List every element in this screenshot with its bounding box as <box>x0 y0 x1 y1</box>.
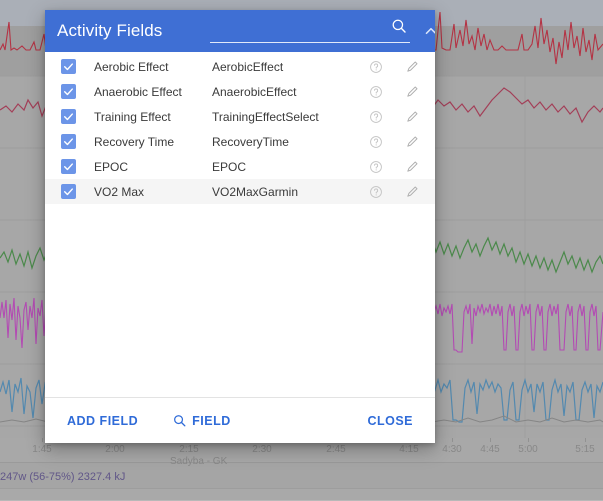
table-row[interactable]: VO2 Max VO2MaxGarmin <box>45 179 435 204</box>
help-button[interactable] <box>363 135 389 149</box>
field-checkbox[interactable] <box>61 84 76 99</box>
search-input[interactable] <box>210 19 411 43</box>
dialog-action-bar: ADD FIELD FIELD CLOSE <box>45 397 435 443</box>
check-icon <box>64 188 73 196</box>
pencil-icon <box>406 161 417 172</box>
search-icon <box>174 415 186 427</box>
help-button[interactable] <box>363 185 389 199</box>
help-circle-icon <box>370 185 382 198</box>
help-button[interactable] <box>363 85 389 99</box>
pencil-icon <box>406 61 417 72</box>
pencil-icon <box>406 111 417 122</box>
table-row[interactable]: Anaerobic Effect AnaerobicEffect <box>45 79 435 104</box>
field-display-name: VO2 Max <box>94 184 145 199</box>
help-button[interactable] <box>363 160 389 174</box>
field-key-name: TrainingEffectSelect <box>212 109 319 124</box>
edit-button[interactable] <box>389 109 435 124</box>
check-icon <box>64 113 73 121</box>
collapse-button[interactable] <box>416 16 435 46</box>
table-row[interactable]: EPOC EPOC <box>45 154 435 179</box>
field-key-name: AnaerobicEffect <box>212 84 297 99</box>
add-field-button[interactable]: ADD FIELD <box>59 408 146 434</box>
field-checkbox[interactable] <box>61 109 76 124</box>
pencil-icon <box>406 186 417 197</box>
activity-fields-list: Aerobic Effect AerobicEffect Anaerobic Eff… <box>45 52 435 397</box>
check-icon <box>64 163 73 171</box>
find-field-button[interactable]: FIELD <box>164 407 239 434</box>
find-field-label: FIELD <box>192 413 231 428</box>
edit-button[interactable] <box>389 84 435 99</box>
table-row[interactable]: Training Effect TrainingEffectSelect <box>45 104 435 129</box>
field-display-name: EPOC <box>94 159 129 174</box>
help-circle-icon <box>370 160 382 173</box>
field-display-name: Recovery Time <box>94 134 175 149</box>
help-button[interactable] <box>363 110 389 124</box>
help-circle-icon <box>370 135 382 148</box>
field-key-name: EPOC <box>212 159 247 174</box>
field-display-name: Anaerobic Effect <box>94 84 182 99</box>
dialog-title: Activity Fields <box>57 21 163 40</box>
field-checkbox[interactable] <box>61 184 76 199</box>
field-checkbox[interactable] <box>61 159 76 174</box>
field-checkbox[interactable] <box>61 59 76 74</box>
activity-fields-dialog: Activity Fields Aerobic Effect AerobicEff… <box>45 10 435 443</box>
close-button[interactable]: CLOSE <box>359 408 421 434</box>
chevron-up-icon <box>426 27 435 35</box>
table-row[interactable]: Recovery Time RecoveryTime <box>45 129 435 154</box>
edit-button[interactable] <box>389 184 435 199</box>
check-icon <box>64 88 73 96</box>
edit-button[interactable] <box>389 134 435 149</box>
help-circle-icon <box>370 110 382 123</box>
field-display-name: Aerobic Effect <box>94 59 169 74</box>
field-checkbox[interactable] <box>61 134 76 149</box>
close-label: CLOSE <box>367 413 413 428</box>
field-key-name: AerobicEffect <box>212 59 284 74</box>
field-display-name: Training Effect <box>94 109 171 124</box>
field-key-name: RecoveryTime <box>212 134 289 149</box>
check-icon <box>64 63 73 71</box>
field-key-name: VO2MaxGarmin <box>212 184 299 199</box>
help-circle-icon <box>370 60 382 73</box>
pencil-icon <box>406 136 417 147</box>
dialog-header: Activity Fields <box>45 10 435 52</box>
pencil-icon <box>406 86 417 97</box>
help-circle-icon <box>370 85 382 98</box>
search-field-wrapper <box>210 16 411 46</box>
check-icon <box>64 138 73 146</box>
help-button[interactable] <box>363 60 389 74</box>
edit-button[interactable] <box>389 159 435 174</box>
edit-button[interactable] <box>389 59 435 74</box>
add-field-label: ADD FIELD <box>67 413 139 428</box>
table-row[interactable]: Aerobic Effect AerobicEffect <box>45 54 435 79</box>
